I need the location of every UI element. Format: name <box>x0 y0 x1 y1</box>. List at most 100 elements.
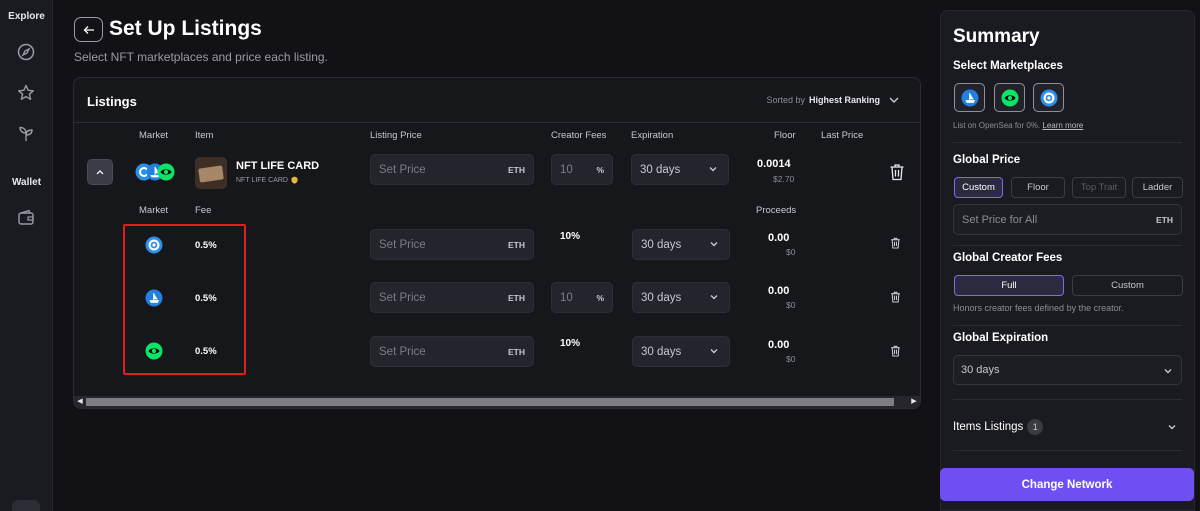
global-expiration-value: 30 days <box>961 364 1000 376</box>
set-price-all-input[interactable]: Set Price for All ETH <box>953 204 1182 235</box>
market-expiration-value: 30 days <box>641 292 682 304</box>
trash-icon[interactable] <box>889 163 905 181</box>
global-expiration-select[interactable]: 30 days <box>953 355 1182 385</box>
eth-unit: ETH <box>508 347 525 357</box>
opensea-icon <box>961 89 978 106</box>
col-market: Market <box>139 130 169 141</box>
divider <box>953 245 1182 246</box>
market-expiration-select[interactable]: 30 days <box>632 282 730 313</box>
market-expiration-select[interactable]: 30 days <box>632 229 730 260</box>
col-last-price: Last Price <box>821 130 864 141</box>
col-item: Item <box>195 130 214 141</box>
market-price-input[interactable]: Set Price ETH <box>370 282 534 313</box>
item-name: NFT LIFE CARD <box>236 160 320 172</box>
market-price-input[interactable]: Set Price ETH <box>370 229 534 260</box>
marketplace-toggle-opensea-pro[interactable] <box>1033 83 1064 112</box>
looksrare-icon <box>1001 89 1018 106</box>
market-price-placeholder: Set Price <box>379 346 426 358</box>
listing-price-input[interactable]: Set Price ETH <box>370 154 534 185</box>
divider <box>953 325 1182 326</box>
sort-dropdown[interactable]: Sorted by Highest Ranking <box>766 95 900 105</box>
scroll-right-icon[interactable]: ▶ <box>909 396 919 408</box>
creator-fee-input[interactable]: 10 % <box>551 154 613 185</box>
wallet-label: Wallet <box>11 177 42 188</box>
market-price-input[interactable]: Set Price ETH <box>370 336 534 367</box>
divider <box>953 399 1182 400</box>
price-mode-top-trait[interactable]: Top Trait <box>1072 177 1126 198</box>
marketplace-toggle-looksrare[interactable] <box>994 83 1025 112</box>
market-proceeds-usd: $0 <box>786 247 796 257</box>
page-subtitle: Select NFT marketplaces and price each l… <box>74 50 328 64</box>
eth-unit: ETH <box>508 165 525 175</box>
listings-title: Listings <box>87 94 137 109</box>
divider <box>953 450 1182 451</box>
percent-unit: % <box>596 293 604 303</box>
price-mode-ladder[interactable]: Ladder <box>1132 177 1183 198</box>
market-proceeds: 0.00 <box>768 285 790 297</box>
chevron-up-icon <box>96 169 104 174</box>
star-icon[interactable] <box>16 83 36 103</box>
global-price-heading: Global Price <box>953 154 1021 166</box>
looksrare-icon <box>157 163 175 181</box>
sort-prefix: Sorted by <box>766 95 805 105</box>
price-mode-custom[interactable]: Custom <box>954 177 1003 198</box>
market-proceeds-usd: $0 <box>786 354 796 364</box>
summary-panel: Summary Select Marketplaces List on Open… <box>940 10 1195 511</box>
price-mode-floor[interactable]: Floor <box>1011 177 1065 198</box>
percent-unit: % <box>596 165 604 175</box>
arrow-left-icon <box>83 25 94 34</box>
collapse-button[interactable] <box>87 159 113 185</box>
summary-title: Summary <box>953 26 1040 47</box>
expiration-value: 30 days <box>640 164 681 176</box>
opensea-hint-text: List on OpenSea for 0%. <box>953 121 1041 130</box>
market-creator-fee-input[interactable]: 10 % <box>551 282 613 313</box>
trash-icon[interactable] <box>890 291 901 303</box>
listing-price-placeholder: Set Price <box>379 164 426 176</box>
opensea-pro-icon <box>1040 89 1057 106</box>
highlight-box <box>123 224 246 375</box>
select-marketplaces-heading: Select Marketplaces <box>953 60 1063 72</box>
chevron-down-icon[interactable] <box>1167 422 1177 432</box>
eth-unit: ETH <box>508 293 525 303</box>
scrollbar-thumb[interactable] <box>86 398 894 406</box>
compass-icon[interactable] <box>16 42 36 62</box>
fee-mode-custom[interactable]: Custom <box>1072 275 1183 296</box>
marketplace-toggle-opensea[interactable] <box>954 83 985 112</box>
floor-usd: $2.70 <box>773 174 795 184</box>
collection-name: NFT LIFE CARD <box>236 176 288 184</box>
explore-label: Explore <box>8 11 45 22</box>
market-price-placeholder: Set Price <box>379 239 426 251</box>
opensea-hint: List on OpenSea for 0%. Learn more <box>953 121 1083 130</box>
trash-icon[interactable] <box>890 345 901 357</box>
page-title: Set Up Listings <box>109 17 262 40</box>
learn-more-link[interactable]: Learn more <box>1042 121 1083 130</box>
back-button[interactable] <box>74 17 103 42</box>
trash-icon[interactable] <box>890 237 901 249</box>
scroll-left-icon[interactable]: ◀ <box>75 396 85 408</box>
fee-hint: Honors creator fees defined by the creat… <box>953 303 1124 313</box>
market-price-placeholder: Set Price <box>379 292 426 304</box>
floor-price: 0.0014 <box>757 158 791 170</box>
fee-mode-full[interactable]: Full <box>954 275 1064 296</box>
global-creator-fees-heading: Global Creator Fees <box>953 252 1063 264</box>
horizontal-scrollbar[interactable]: ◀ ▶ <box>74 396 920 408</box>
sprout-icon[interactable] <box>16 124 36 144</box>
items-listings-toggle[interactable]: Items Listings 1 <box>953 419 1044 435</box>
eth-unit: ETH <box>508 240 525 250</box>
sub-col-proceeds: Proceeds <box>756 205 797 216</box>
eth-unit: ETH <box>1156 215 1173 225</box>
col-creator-fees: Creator Fees <box>551 130 607 141</box>
market-proceeds: 0.00 <box>768 232 790 244</box>
wallet-icon[interactable] <box>16 208 36 228</box>
market-expiration-select[interactable]: 30 days <box>632 336 730 367</box>
market-expiration-value: 30 days <box>641 239 682 251</box>
chevron-down-icon <box>710 349 718 354</box>
avatar[interactable] <box>12 500 40 511</box>
market-icon-stack <box>135 163 179 181</box>
col-floor: Floor <box>774 130 796 141</box>
expiration-select[interactable]: 30 days <box>631 154 729 185</box>
change-network-button[interactable]: Change Network <box>940 468 1194 501</box>
chevron-down-icon <box>710 242 718 247</box>
items-listings-label: Items Listings <box>953 421 1024 433</box>
sub-col-fee: Fee <box>195 205 212 216</box>
